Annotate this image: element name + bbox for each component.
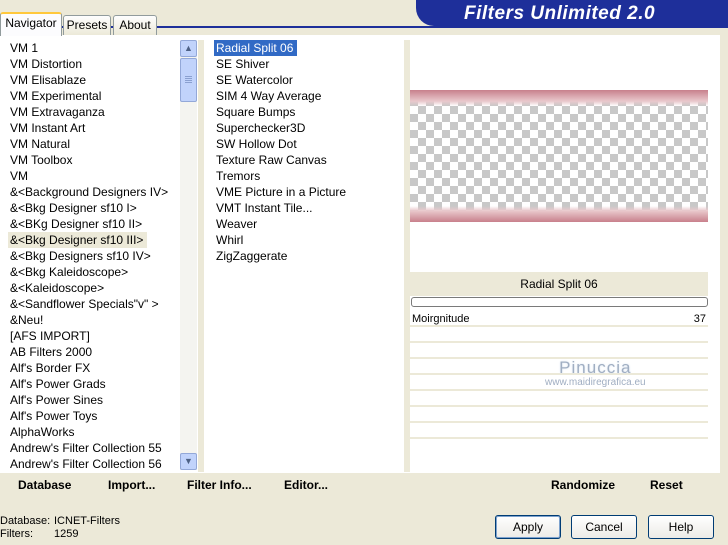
filter-name-label: Radial Split 06 [410,272,708,296]
category-item[interactable]: VM Toolbox [8,152,178,168]
tab-presets[interactable]: Presets [63,15,111,35]
scroll-up-button[interactable]: ▲ [180,40,197,57]
category-item[interactable]: &<Bkg Designer sf10 I> [8,200,178,216]
category-item[interactable]: VM Experimental [8,88,178,104]
reset-button[interactable]: Reset [650,478,683,492]
progress-bar [411,297,708,307]
parameter-row [410,391,708,407]
category-item[interactable]: &Neu! [8,312,178,328]
cancel-button[interactable]: Cancel [571,515,637,539]
database-button[interactable]: Database [18,478,71,492]
category-item[interactable]: VM Extravaganza [8,104,178,120]
category-item[interactable]: Andrew's Filter Collection 55 [8,440,178,456]
help-button[interactable]: Help [648,515,714,539]
category-item[interactable]: Alf's Power Grads [8,376,178,392]
filter-item[interactable]: Weaver [214,216,400,232]
filter-item[interactable]: Superchecker3D [214,120,400,136]
category-item[interactable]: VM [8,168,178,184]
category-item[interactable]: Andrew's Filter Collection 56 [8,456,178,472]
filter-item[interactable]: Whirl [214,232,400,248]
parameter-label: Moirgnitude [412,313,470,325]
parameter-value: 37 [693,313,706,325]
parameter-row [410,423,708,439]
category-item[interactable]: VM Instant Art [8,120,178,136]
filter-item[interactable]: VME Picture in a Picture [214,184,400,200]
preview-band-top [410,90,708,106]
filter-item[interactable]: SE Watercolor [214,72,400,88]
category-item[interactable]: Alf's Power Sines [8,392,178,408]
category-item[interactable]: &<BKg Designer sf10 II> [8,216,178,232]
category-item[interactable]: &<Bkg Kaleidoscope> [8,264,178,280]
category-item[interactable]: AlphaWorks [8,424,178,440]
scroll-thumb[interactable] [180,58,197,102]
filter-item[interactable]: Texture Raw Canvas [214,152,400,168]
category-item[interactable]: VM Elisablaze [8,72,178,88]
parameter-row[interactable]: Moirgnitude 37 [410,311,708,327]
category-item[interactable]: &<Bkg Designer sf10 III> [8,232,148,248]
category-item[interactable]: VM 1 [8,40,178,56]
panel-divider-left [198,40,204,472]
chevron-down-icon: ▼ [184,456,193,466]
randomize-button[interactable]: Randomize [551,478,615,492]
category-scrollbar[interactable]: ▲ ▼ [180,40,197,470]
preview-band-bottom [410,206,708,222]
category-item[interactable]: &<Kaleidoscope> [8,280,178,296]
filter-item[interactable]: Square Bumps [214,104,400,120]
chevron-up-icon: ▲ [184,43,193,53]
category-item[interactable]: [AFS IMPORT] [8,328,178,344]
filter-item[interactable]: Tremors [214,168,400,184]
preview-image [410,90,708,222]
category-item[interactable]: VM Natural [8,136,178,152]
watermark-url: www.maidiregrafica.eu [545,377,646,388]
app-title-banner: Filters Unlimited 2.0 [416,0,728,26]
filter-item[interactable]: ZigZaggerate [214,248,400,264]
database-value: ICNET-Filters [54,515,120,527]
preview-area [410,40,708,272]
database-label: Database: [0,515,51,527]
parameter-row [410,327,708,343]
filter-item[interactable]: SE Shiver [214,56,400,72]
filter-item[interactable]: SIM 4 Way Average [214,88,400,104]
filter-info-button[interactable]: Filter Info... [187,478,252,492]
filters-count: 1259 [54,528,79,540]
filters-label: Filters: [0,528,33,540]
tab-about[interactable]: About [113,15,157,35]
category-item[interactable]: &<Sandflower Specials"v" > [8,296,178,312]
watermark: Pinuccia www.maidiregrafica.eu [545,358,646,388]
category-item[interactable]: &<Background Designers IV> [8,184,178,200]
filter-item[interactable]: SW Hollow Dot [214,136,400,152]
parameter-row [410,407,708,423]
filter-list[interactable]: Radial Split 06 SE Shiver SE Watercolor SIM… [214,40,400,264]
app-title: Filters Unlimited 2.0 [464,3,656,24]
editor-button[interactable]: Editor... [284,478,328,492]
category-item[interactable]: Alf's Power Toys [8,408,178,424]
watermark-name: Pinuccia [559,358,632,377]
parameter-row [410,343,708,359]
category-item[interactable]: AB Filters 2000 [8,344,178,360]
import-button[interactable]: Import... [108,478,155,492]
category-list[interactable]: VM 1 VM Distortion VM Elisablaze VM Experim… [8,40,178,472]
category-item[interactable]: Alf's Border FX [8,360,178,376]
filter-item[interactable]: VMT Instant Tile... [214,200,400,216]
apply-button[interactable]: Apply [495,515,561,539]
scroll-down-button[interactable]: ▼ [180,453,197,470]
tab-navigator[interactable]: Navigator [0,12,62,36]
filter-item[interactable]: Radial Split 06 [214,40,298,56]
category-item[interactable]: &<Bkg Designers sf10 IV> [8,248,178,264]
parameter-list: Moirgnitude 37 [410,311,708,471]
category-item[interactable]: VM Distortion [8,56,178,72]
